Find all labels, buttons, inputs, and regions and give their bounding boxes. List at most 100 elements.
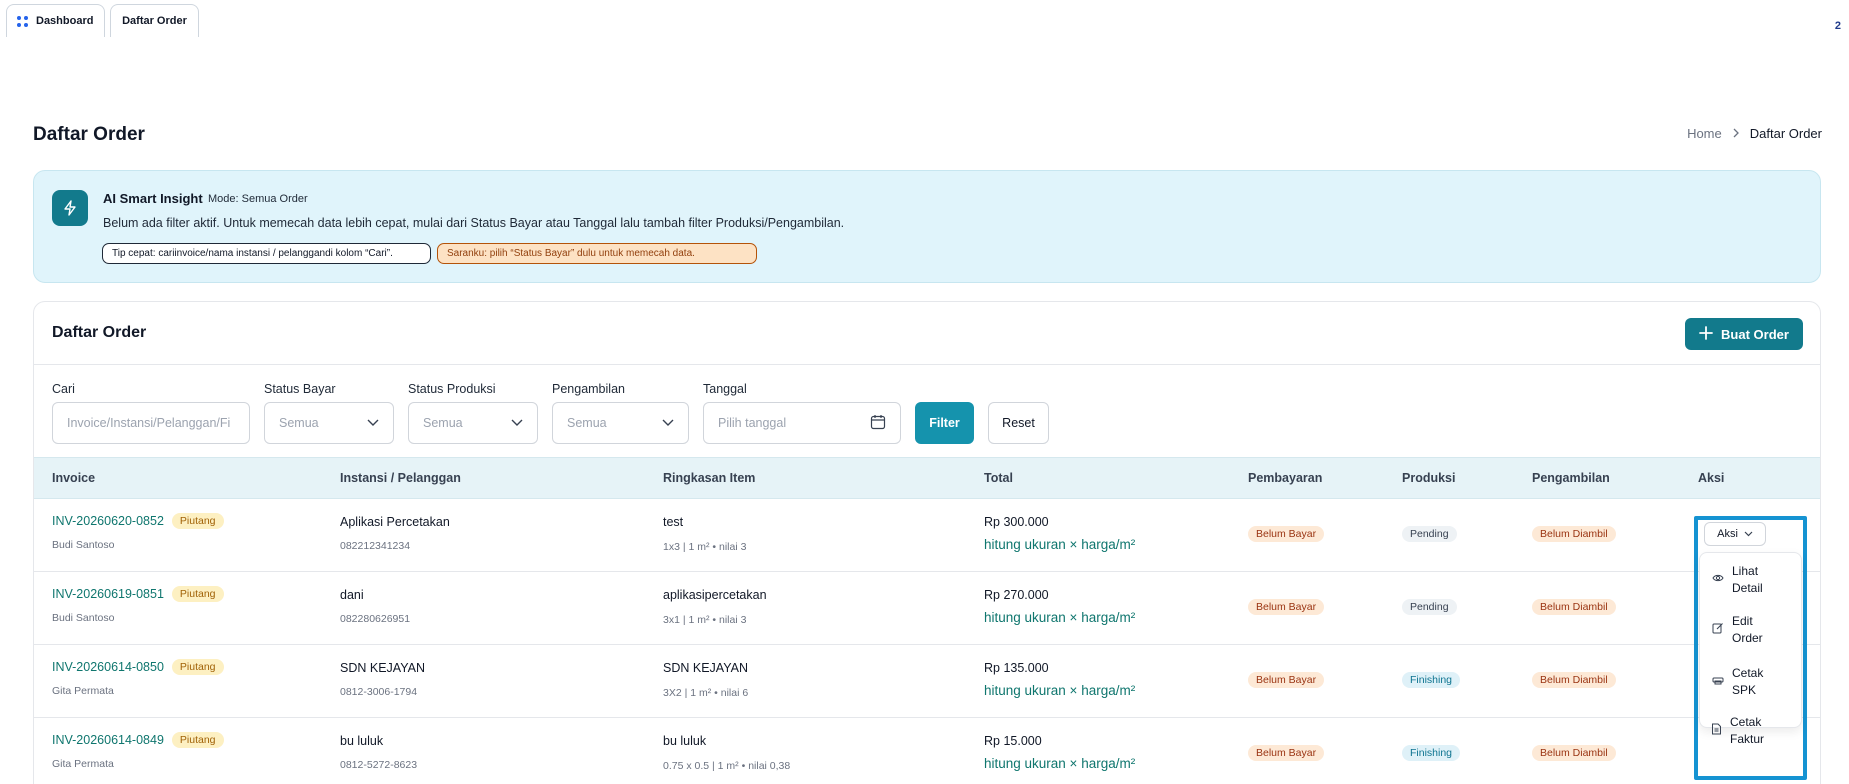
status-bayar-select[interactable]: Semua [264, 402, 394, 444]
customer-phone: 082212341234 [340, 540, 411, 552]
chevron-down-icon [662, 416, 674, 430]
edit-order-label-1: Edit [1732, 614, 1753, 628]
payment-status-badge: Belum Bayar [1248, 745, 1325, 761]
item-name: test [663, 515, 684, 529]
menu-item-print-faktur[interactable]: Cetak Faktur [1711, 714, 1764, 748]
payment-status-badge: Belum Bayar [1248, 599, 1325, 615]
tanggal-label: Tanggal [703, 382, 747, 396]
piutang-badge: Piutang [171, 732, 224, 748]
search-input[interactable]: Invoice/Instansi/Pelanggan/Fi [52, 402, 250, 444]
total-note: hitung ukuran × harga/m² [984, 610, 1136, 625]
production-status-badge: Pending [1402, 526, 1457, 542]
plus-icon [1699, 325, 1713, 343]
orders-card-title: Daftar Order [52, 324, 147, 341]
item-detail: 3x1 | 1 m² • nilai 3 [663, 614, 747, 626]
production-status-badge: Pending [1402, 599, 1457, 615]
customer-phone: 082280626951 [340, 613, 411, 625]
staff-name: Budi Santoso [52, 612, 115, 624]
total-amount: Rp 15.000 [984, 734, 1042, 748]
menu-item-edit-order[interactable]: Edit Order [1712, 613, 1763, 647]
lightning-icon [52, 190, 88, 226]
customer-name: SDN KEJAYAN [340, 661, 425, 675]
search-label: Cari [52, 382, 75, 396]
date-input[interactable]: Pilih tanggal [703, 402, 901, 444]
table-row: INV-20260619-0851 Piutang Budi Santoso d… [34, 572, 1820, 645]
piutang-badge: Piutang [171, 659, 224, 675]
tab-daftar-order-label: Daftar Order [122, 15, 187, 27]
pickup-status-badge: Belum Diambil [1532, 672, 1616, 688]
tab-daftar-order[interactable]: Daftar Order [110, 4, 199, 37]
status-produksi-select[interactable]: Semua [408, 402, 538, 444]
file-icon [1711, 723, 1722, 740]
header-pembayaran: Pembayaran [1248, 471, 1323, 485]
filter-button[interactable]: Filter [915, 402, 974, 444]
search-placeholder: Invoice/Instansi/Pelanggan/Fi [67, 416, 231, 430]
total-amount: Rp 270.000 [984, 588, 1049, 602]
print-spk-label-2: SPK [1732, 683, 1757, 697]
create-order-button[interactable]: Buat Order [1685, 318, 1803, 350]
pickup-status-badge: Belum Diambil [1532, 599, 1616, 615]
breadcrumb: Home Daftar Order [1687, 126, 1822, 141]
invoice-link[interactable]: INV-20260614-0849 [52, 733, 164, 747]
status-bayar-label: Status Bayar [264, 382, 336, 396]
item-detail: 1x3 | 1 m² • nilai 3 [663, 541, 747, 553]
header-aksi: Aksi [1698, 471, 1725, 485]
total-amount: Rp 300.000 [984, 515, 1049, 529]
create-order-label: Buat Order [1721, 326, 1789, 342]
item-name: SDN KEJAYAN [663, 661, 748, 675]
print-spk-label-1: Cetak [1732, 666, 1764, 680]
total-note: hitung ukuran × harga/m² [984, 756, 1136, 771]
tab-bar: Dashboard Daftar Order 2 [0, 0, 1849, 38]
total-note: hitung ukuran × harga/m² [984, 683, 1136, 698]
reset-button[interactable]: Reset [988, 402, 1049, 444]
payment-status-badge: Belum Bayar [1248, 672, 1325, 688]
printer-icon [1712, 674, 1724, 691]
piutang-badge: Piutang [171, 586, 224, 602]
actions-button-label: Aksi [1717, 528, 1738, 540]
eye-icon [1712, 572, 1724, 589]
chevron-down-icon [511, 416, 523, 430]
pengambilan-select[interactable]: Semua [552, 402, 689, 444]
tip-chip: Tip cepat: cariinvoice/nama instansi / p… [102, 243, 431, 264]
header-instansi: Instansi / Pelanggan [340, 471, 461, 485]
invoice-link[interactable]: INV-20260619-0851 [52, 587, 164, 601]
calendar-icon[interactable] [870, 414, 886, 433]
item-detail: 3X2 | 1 m² • nilai 6 [663, 687, 749, 699]
breadcrumb-current: Daftar Order [1749, 126, 1822, 141]
invoice-link[interactable]: INV-20260614-0850 [52, 660, 164, 674]
header-pengambilan: Pengambilan [1532, 471, 1610, 485]
corner-count: 2 [1834, 20, 1841, 32]
grid-icon [17, 15, 28, 27]
menu-item-view-detail[interactable]: Lihat Detail [1712, 563, 1763, 597]
customer-phone: 0812-5272-8623 [340, 759, 418, 771]
table-header: Invoice Instansi / Pelanggan Ringkasan I… [34, 457, 1820, 499]
item-detail: 0.75 x 0.5 | 1 m² • nilai 0,38 [663, 760, 791, 772]
print-faktur-label-1: Cetak [1730, 715, 1762, 729]
payment-status-badge: Belum Bayar [1248, 526, 1325, 542]
header-total: Total [984, 471, 1013, 485]
tab-dashboard[interactable]: Dashboard [6, 4, 105, 37]
chevron-right-icon [1732, 126, 1740, 141]
menu-item-print-spk[interactable]: Cetak SPK [1712, 665, 1763, 699]
header-ringkasan: Ringkasan Item [663, 471, 756, 485]
view-detail-label-2: Detail [1732, 581, 1763, 595]
date-placeholder: Pilih tanggal [718, 416, 787, 430]
suggestion-chip[interactable]: Saranku: pilih “Status Bayar” dulu untuk… [437, 243, 757, 264]
item-name: aplikasipercetakan [663, 588, 767, 602]
table-row: INV-20260614-0849 Piutang Gita Permata b… [34, 718, 1820, 784]
divider [34, 364, 1820, 365]
status-produksi-value: Semua [423, 416, 463, 430]
invoice-link[interactable]: INV-20260620-0852 [52, 514, 164, 528]
chevron-down-icon [367, 416, 379, 430]
table-row: INV-20260614-0850 Piutang Gita Permata S… [34, 645, 1820, 718]
actions-button[interactable]: Aksi [1704, 522, 1766, 546]
insight-mode: Mode: Semua Order [208, 193, 308, 205]
total-amount: Rp 135.000 [984, 661, 1049, 675]
piutang-badge: Piutang [171, 513, 224, 529]
actions-menu: Lihat Detail Edit Order Cetak SPK [1699, 552, 1802, 728]
production-status-badge: Finishing [1402, 672, 1461, 688]
tab-dashboard-label: Dashboard [36, 15, 94, 27]
staff-name: Gita Permata [52, 685, 114, 697]
table-row: INV-20260620-0852 Piutang Budi Santoso A… [34, 499, 1820, 572]
breadcrumb-home[interactable]: Home [1687, 126, 1722, 141]
